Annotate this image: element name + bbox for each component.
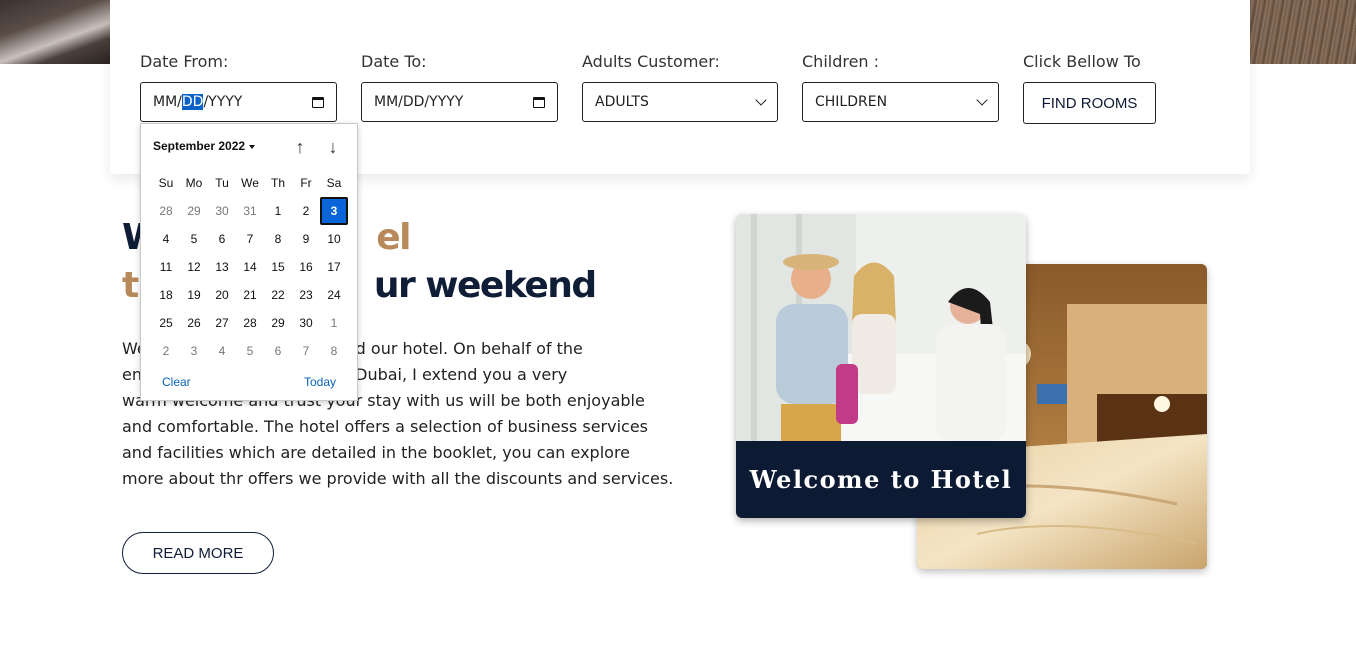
hero-image-left (0, 0, 110, 64)
calendar-day[interactable]: 20 (208, 281, 236, 309)
calendar-day[interactable]: 14 (236, 253, 264, 281)
date-picker-popup: September 2022 ↑ ↓ Su Mo Tu We Th Fr Sa 28 29 30 3… (140, 123, 358, 401)
calendar-day[interactable]: 16 (292, 253, 320, 281)
arrow-down-icon[interactable]: ↓ (324, 137, 342, 157)
calendar-day[interactable]: 7 (292, 337, 320, 365)
read-more-button[interactable]: READ MORE (122, 532, 274, 574)
calendar-day[interactable]: 4 (208, 337, 236, 365)
weekday-header: Tu (215, 176, 229, 190)
weekday-header: Fr (300, 176, 312, 190)
today-button[interactable]: Today (304, 375, 336, 389)
chevron-down-icon (976, 94, 988, 106)
calendar-day[interactable]: 1 (320, 309, 348, 337)
caret-down-icon (249, 144, 256, 149)
weekday-header: Th (270, 176, 285, 190)
calendar-day[interactable]: 23 (292, 281, 320, 309)
children-select[interactable]: CHILDREN (802, 82, 999, 122)
clear-button[interactable]: Clear (162, 375, 191, 389)
paragraph-line: and facilities which are detailed in the… (122, 443, 631, 462)
weekday-header: Mo (185, 176, 203, 190)
weekday-header: Sa (326, 176, 342, 190)
date-from-input[interactable]: MM/DD/YYYY (140, 82, 337, 122)
date-from-day-segment[interactable]: DD (181, 94, 204, 110)
paragraph-line: more about thr offers we provide with al… (122, 469, 674, 488)
find-label: Click Bellow To (1023, 52, 1141, 71)
calendar-day[interactable]: 25 (152, 309, 180, 337)
calendar-day[interactable]: 30 (208, 197, 236, 225)
calendar-day[interactable]: 22 (264, 281, 292, 309)
calendar-day[interactable]: 12 (180, 253, 208, 281)
children-value: CHILDREN (815, 94, 888, 110)
weekday-header: We (241, 176, 259, 190)
calendar-icon[interactable] (312, 96, 324, 108)
calendar-icon[interactable] (533, 96, 545, 108)
adults-value: ADULTS (595, 94, 649, 110)
hero-image-right (1250, 0, 1356, 64)
date-to-input[interactable]: MM/DD/YYYY (361, 82, 558, 122)
date-to-value: MM/DD/YYYY (374, 94, 464, 110)
calendar-day[interactable]: 29 (264, 309, 292, 337)
adults-select[interactable]: ADULTS (582, 82, 778, 122)
calendar-day[interactable]: 26 (180, 309, 208, 337)
date-from-label: Date From: (140, 52, 229, 71)
calendar-day[interactable]: 31 (236, 197, 264, 225)
calendar-day[interactable]: 5 (180, 225, 208, 253)
weekday-header: Su (158, 176, 174, 190)
date-to-label: Date To: (361, 52, 427, 71)
calendar-day[interactable]: 9 (292, 225, 320, 253)
calendar-day[interactable]: 27 (208, 309, 236, 337)
calendar-grid: Su Mo Tu We Th Fr Sa 28 29 30 31 1 2 3 4 5 6 7 8 9 10 11 12 13 1… (152, 169, 348, 365)
calendar-day[interactable]: 29 (180, 197, 208, 225)
date-from-month-segment[interactable]: MM/ (153, 94, 182, 110)
calendar-day[interactable]: 30 (292, 309, 320, 337)
calendar-day[interactable]: 28 (236, 309, 264, 337)
calendar-day[interactable]: 11 (152, 253, 180, 281)
find-rooms-button[interactable]: FIND ROOMS (1023, 82, 1156, 124)
reception-illustration (736, 214, 1026, 441)
arrow-up-icon[interactable]: ↑ (291, 137, 309, 157)
calendar-day[interactable]: 4 (152, 225, 180, 253)
welcome-banner: Welcome to Hotel (736, 441, 1026, 518)
calendar-day[interactable]: 19 (180, 281, 208, 309)
children-label: Children : (802, 52, 880, 71)
calendar-day[interactable]: 17 (320, 253, 348, 281)
calendar-day[interactable]: 10 (320, 225, 348, 253)
calendar-day-selected[interactable]: 3 (320, 197, 348, 225)
calendar-day[interactable]: 13 (208, 253, 236, 281)
calendar-day[interactable]: 8 (320, 337, 348, 365)
calendar-day[interactable]: 18 (152, 281, 180, 309)
calendar-day[interactable]: 24 (320, 281, 348, 309)
calendar-day[interactable]: 15 (264, 253, 292, 281)
calendar-day[interactable]: 6 (208, 225, 236, 253)
month-year-dropdown[interactable]: September 2022 (153, 139, 256, 153)
paragraph-line: and comfortable. The hotel offers a sele… (122, 417, 648, 436)
calendar-day[interactable]: 5 (236, 337, 264, 365)
calendar-day[interactable]: 2 (152, 337, 180, 365)
calendar-day[interactable]: 1 (264, 197, 292, 225)
adults-label: Adults Customer: (582, 52, 720, 71)
hotel-reception-image: Welcome to Hotel (736, 214, 1026, 518)
calendar-day[interactable]: 28 (152, 197, 180, 225)
chevron-down-icon (755, 94, 767, 106)
calendar-day[interactable]: 2 (292, 197, 320, 225)
calendar-day[interactable]: 7 (236, 225, 264, 253)
calendar-day[interactable]: 21 (236, 281, 264, 309)
date-from-year-segment[interactable]: /YYYY (203, 94, 242, 110)
calendar-day[interactable]: 8 (264, 225, 292, 253)
calendar-day[interactable]: 3 (180, 337, 208, 365)
calendar-day[interactable]: 6 (264, 337, 292, 365)
